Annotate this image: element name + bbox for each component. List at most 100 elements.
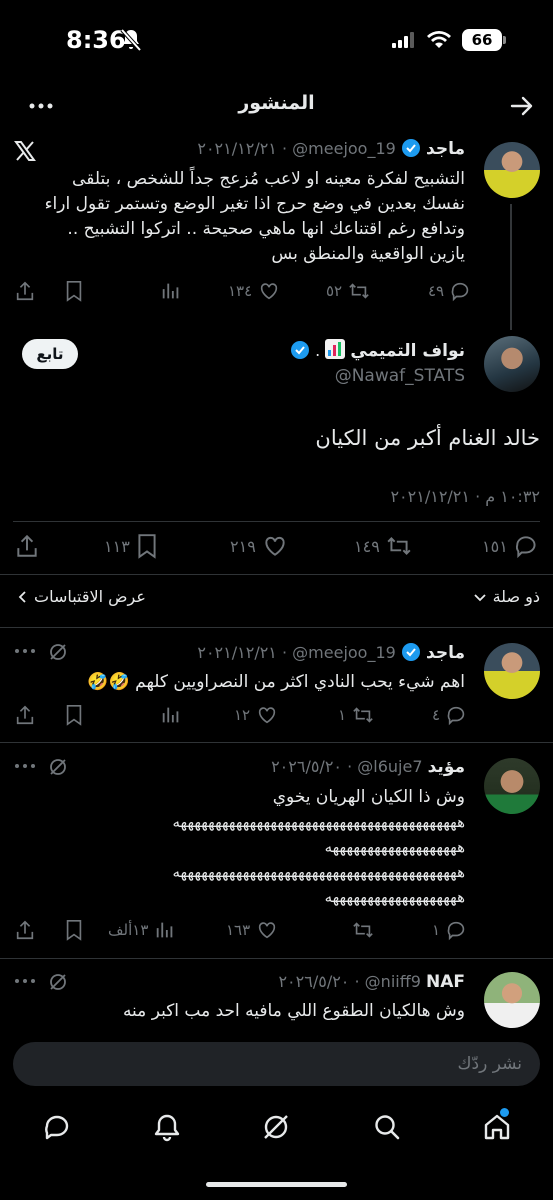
views-button[interactable]: ١٣ألف (108, 919, 176, 941)
sort-label: ذو صلة (492, 587, 540, 606)
home-notification-dot (500, 1108, 509, 1117)
page-title: المنشور (238, 92, 315, 114)
retweet-icon[interactable] (352, 919, 374, 941)
bookmark-icon[interactable] (64, 280, 84, 302)
reply-button[interactable]: ٤ (432, 704, 468, 726)
tweet-date[interactable]: ٢٠٢١/١٢/٢١ (197, 643, 277, 662)
tweet-date[interactable]: ٢٠٢٦/٥/٢٠ (278, 972, 349, 991)
bookmark-icon[interactable] (64, 919, 84, 941)
reply-count: ١٥١ (482, 536, 508, 556)
signal-icon (392, 32, 416, 48)
more-icon[interactable] (14, 976, 36, 986)
retweet-button[interactable]: ٥٢ (326, 280, 370, 302)
share-icon[interactable] (14, 919, 36, 941)
home-icon[interactable] (482, 1112, 512, 1142)
retweet-count: ١٤٩ (354, 536, 380, 556)
text-line: هههههههههههههههههههه (324, 838, 465, 856)
views-icon[interactable] (160, 280, 182, 302)
avatar[interactable] (484, 336, 540, 392)
share-icon[interactable] (14, 704, 36, 726)
retweet-count: ٥٢ (326, 282, 343, 300)
avatar[interactable] (484, 972, 540, 1028)
author-name[interactable]: ماجد (426, 643, 465, 663)
like-count: ١٣٤ (228, 282, 253, 300)
divider (0, 627, 553, 628)
avatar[interactable] (484, 142, 540, 198)
more-icon[interactable] (14, 646, 36, 656)
grok-icon[interactable] (48, 642, 68, 662)
view-quotes-button[interactable]: عرض الاقتباسات (16, 587, 146, 606)
reply-icon (446, 704, 468, 726)
divider (0, 742, 553, 743)
like-button[interactable]: ١٦٣ (226, 919, 278, 941)
avatar[interactable] (484, 643, 540, 699)
author-name[interactable]: ماجد (426, 139, 465, 159)
reply-input[interactable]: نشر ردّك (13, 1042, 540, 1086)
wifi-icon (426, 30, 452, 50)
grok-icon[interactable] (48, 972, 68, 992)
tweet-date[interactable]: ٢٠٢٦/٥/٢٠ (271, 757, 342, 776)
mute-bell-icon (120, 28, 142, 52)
retweet-icon (352, 704, 374, 726)
bookmark-icon (136, 533, 158, 559)
author-handle[interactable]: @niiff9 (365, 972, 421, 991)
messages-icon[interactable] (42, 1112, 72, 1142)
top-header: المنشور (0, 84, 553, 128)
bookmark-icon[interactable] (64, 704, 84, 726)
tweet-date[interactable]: ٢٠٢١/١٢/٢١ (197, 139, 277, 158)
bell-icon[interactable] (152, 1112, 182, 1142)
reply-header: مؤيد @l6uje7 · ٢٠٢٦/٥/٢٠ (271, 757, 465, 777)
author-handle[interactable]: @meejoo_19 (292, 139, 396, 158)
more-icon[interactable] (14, 761, 36, 771)
retweet-button[interactable]: ١ (338, 704, 374, 726)
back-arrow-icon[interactable] (510, 94, 534, 118)
author-handle[interactable]: @Nawaf_STATS (335, 366, 465, 386)
author-handle[interactable]: @meejoo_19 (292, 643, 396, 662)
chevron-down-icon (473, 590, 487, 604)
search-icon[interactable] (372, 1112, 402, 1142)
share-icon[interactable] (14, 280, 36, 302)
text-line: يازين الواقعية والمنطق بس (271, 244, 465, 264)
reply-count: ٤٩ (428, 282, 445, 300)
text-line: وتدافع رغم اقتناعك انها ماهي صحيحة .. ات… (67, 219, 465, 239)
reply-button[interactable]: ١٥١ (482, 533, 540, 559)
bookmark-count: ١١٣ (104, 536, 130, 556)
reply-icon (446, 919, 468, 941)
reply-count: ١ (432, 921, 441, 939)
bottom-nav (0, 1100, 553, 1156)
grok-icon[interactable] (48, 757, 68, 777)
author-handle[interactable]: @l6uje7 (357, 757, 422, 776)
status-time: 8:36 (66, 26, 126, 54)
like-button[interactable]: ١٣٤ (228, 280, 280, 302)
thread-line (510, 204, 512, 330)
grok-icon[interactable] (261, 1112, 291, 1142)
reply-button[interactable]: ١ (432, 919, 468, 941)
sort-relevance-button[interactable]: ذو صلة (473, 587, 540, 606)
avatar[interactable] (484, 758, 540, 814)
like-icon (262, 533, 288, 559)
tweet-timestamp[interactable]: ١٠:٣٢ م · ٢٠٢١/١٢/٢١ (390, 487, 540, 506)
chart-emoji-icon (325, 339, 346, 359)
reply-text: وش ذا الكيان الهريان يخوي هههههههههههههه… (15, 785, 465, 910)
share-icon[interactable] (14, 533, 40, 559)
author-name[interactable]: مؤيد (428, 757, 465, 777)
like-count: ١٦٣ (226, 921, 251, 939)
like-icon (256, 919, 278, 941)
follow-button[interactable]: تابع (22, 339, 78, 369)
battery-tip (503, 36, 506, 44)
retweet-count: ١ (338, 706, 347, 724)
like-button[interactable]: ٢١٩ (230, 533, 288, 559)
reply-button[interactable]: ٤٩ (428, 280, 472, 302)
like-button[interactable]: ١٢ (234, 704, 278, 726)
views-icon[interactable] (160, 704, 182, 726)
bookmark-button[interactable]: ١١٣ (104, 533, 158, 559)
retweet-icon (386, 533, 412, 559)
more-icon[interactable] (28, 96, 54, 116)
retweet-button[interactable]: ١٤٩ (354, 533, 412, 559)
views-count: ١٣ألف (108, 921, 149, 939)
author-name[interactable]: نواف التميمي (350, 341, 465, 361)
quoted-tweet-text: التشبيح لفكرة معينه او لاعب مُزعج جداً ل… (15, 167, 465, 267)
author-name[interactable]: NAF (426, 972, 465, 992)
x-logo-icon (14, 140, 36, 162)
main-tweet-author: نواف التميمي . (290, 339, 465, 361)
